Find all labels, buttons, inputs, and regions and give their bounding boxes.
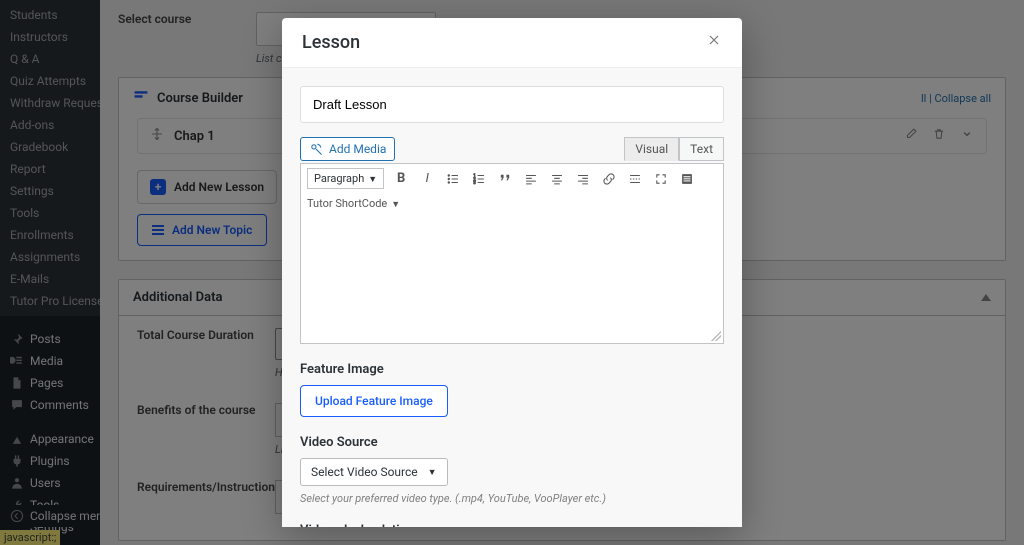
feature-image-title: Feature Image <box>300 362 724 377</box>
chevron-down-icon: ▼ <box>428 467 437 478</box>
ol-icon[interactable]: 123 <box>470 170 488 188</box>
quote-icon[interactable] <box>496 170 514 188</box>
svg-text:3: 3 <box>474 180 477 185</box>
lesson-modal: Lesson Add Media Visual Text <box>282 18 742 527</box>
link-icon[interactable] <box>600 170 618 188</box>
readmore-icon[interactable] <box>626 170 644 188</box>
lesson-title-input[interactable] <box>300 86 724 123</box>
resize-handle-icon[interactable] <box>711 331 721 341</box>
close-icon[interactable] <box>706 32 722 53</box>
content-editor[interactable] <box>300 214 724 344</box>
video-source-select[interactable]: Select Video Source ▼ <box>300 458 448 486</box>
media-icon <box>309 142 323 156</box>
align-center-icon[interactable] <box>548 170 566 188</box>
video-playback-title: Video playback time <box>300 523 724 527</box>
modal-scroll[interactable]: Add Media Visual Text Paragraph▼ B I 123 <box>282 67 742 527</box>
ul-icon[interactable] <box>444 170 462 188</box>
modal-overlay: Lesson Add Media Visual Text <box>0 0 1024 545</box>
toolbar-toggle-icon[interactable] <box>678 170 696 188</box>
upload-feature-image-button[interactable]: Upload Feature Image <box>300 385 448 417</box>
paragraph-select[interactable]: Paragraph▼ <box>307 168 384 189</box>
align-right-icon[interactable] <box>574 170 592 188</box>
modal-title: Lesson <box>302 32 360 53</box>
video-source-hint: Select your preferred video type. (.mp4,… <box>300 492 724 505</box>
visual-tab[interactable]: Visual <box>624 137 679 161</box>
add-media-button[interactable]: Add Media <box>300 137 395 161</box>
fullscreen-icon[interactable] <box>652 170 670 188</box>
italic-icon[interactable]: I <box>418 170 436 188</box>
align-left-icon[interactable] <box>522 170 540 188</box>
editor-toolbar: Paragraph▼ B I 123 Tutor ShortCode▼ <box>300 163 724 214</box>
bold-icon[interactable]: B <box>392 170 410 188</box>
tutor-shortcode-button[interactable]: Tutor ShortCode▼ <box>307 197 400 210</box>
text-tab[interactable]: Text <box>679 137 724 161</box>
video-source-title: Video Source <box>300 435 724 450</box>
